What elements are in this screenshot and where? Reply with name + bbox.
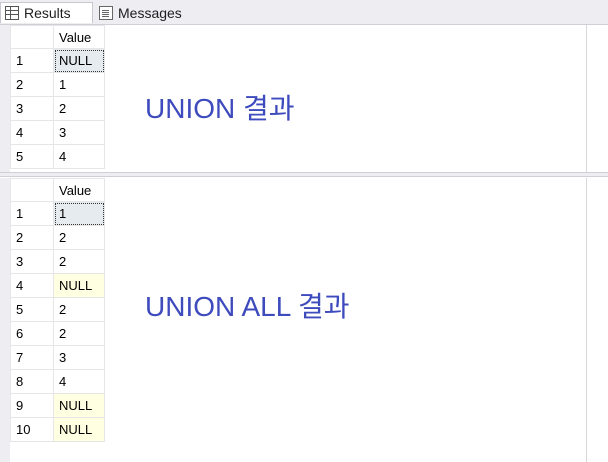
- row-number-cell[interactable]: 5: [10, 297, 54, 322]
- value-cell[interactable]: 2: [53, 297, 105, 322]
- value-cell[interactable]: 2: [53, 225, 105, 250]
- table-row[interactable]: 62: [10, 321, 105, 346]
- value-cell[interactable]: 4: [53, 144, 105, 169]
- value-cell[interactable]: 4: [53, 369, 105, 394]
- value-cell[interactable]: 2: [53, 96, 105, 121]
- table-row[interactable]: 84: [10, 369, 105, 394]
- table-row[interactable]: 4 NULL: [10, 273, 105, 298]
- grid-icon: [5, 6, 19, 20]
- table-row[interactable]: 21: [10, 72, 105, 97]
- tab-messages-label: Messages: [118, 4, 182, 21]
- row-number-cell[interactable]: 3: [10, 249, 54, 274]
- row-number-cell[interactable]: 7: [10, 345, 54, 370]
- value-cell[interactable]: 2: [53, 321, 105, 346]
- value-cell[interactable]: 3: [53, 120, 105, 145]
- tab-messages[interactable]: Messages: [95, 2, 192, 23]
- union-results-body: 1 NULL 2 1 3 2 4 3 5 4: [10, 48, 105, 169]
- value-column-header[interactable]: Value: [53, 25, 105, 49]
- pane2-left-gutter: [0, 178, 10, 462]
- union-all-results-body: 1 1 2 2 3 2 4 NULL 5 2 6 2 7 3 8 4 9 NULL 10 NULL: [10, 201, 105, 442]
- row-number-header[interactable]: [10, 178, 54, 202]
- value-cell[interactable]: 3: [53, 345, 105, 370]
- row-number-cell[interactable]: 1: [10, 48, 54, 73]
- message-icon: [99, 5, 113, 20]
- row-number-cell[interactable]: 2: [10, 225, 54, 250]
- table-row[interactable]: 43: [10, 120, 105, 145]
- table-row[interactable]: 10 NULL: [10, 417, 105, 442]
- union-all-results-grid: Value 1 1 2 2 3 2 4 NULL 5 2 6 2 7 3 8 4 9 NULL 10 NULL: [10, 178, 105, 442]
- row-number-cell[interactable]: 6: [10, 321, 54, 346]
- value-cell[interactable]: NULL: [53, 393, 105, 418]
- table-row[interactable]: 22: [10, 225, 105, 250]
- row-number-cell[interactable]: 4: [10, 120, 54, 145]
- row-number-cell[interactable]: 3: [10, 96, 54, 121]
- row-number-cell[interactable]: 5: [10, 144, 54, 169]
- union-results-grid: Value 1 NULL 2 1 3 2 4 3 5 4: [10, 25, 105, 169]
- table-row[interactable]: 73: [10, 345, 105, 370]
- pane1-left-gutter: [0, 25, 10, 172]
- value-cell[interactable]: 2: [53, 249, 105, 274]
- pane-splitter[interactable]: [0, 172, 608, 177]
- value-cell[interactable]: 1: [53, 72, 105, 97]
- table-row[interactable]: 1 NULL: [10, 48, 105, 73]
- value-cell[interactable]: NULL: [53, 48, 105, 73]
- results-tab-bar: Results Messages: [0, 0, 608, 25]
- row-number-cell[interactable]: 10: [10, 417, 54, 442]
- table-row[interactable]: 52: [10, 297, 105, 322]
- tab-results[interactable]: Results: [0, 2, 93, 23]
- row-number-cell[interactable]: 8: [10, 369, 54, 394]
- value-column-header[interactable]: Value: [53, 178, 105, 202]
- value-cell[interactable]: NULL: [53, 417, 105, 442]
- table-row[interactable]: 32: [10, 96, 105, 121]
- table-row[interactable]: 32: [10, 249, 105, 274]
- table-row[interactable]: 9 NULL: [10, 393, 105, 418]
- row-number-cell[interactable]: 9: [10, 393, 54, 418]
- row-number-cell[interactable]: 1: [10, 201, 54, 226]
- value-cell[interactable]: 1: [53, 201, 105, 226]
- table-row[interactable]: 54: [10, 144, 105, 169]
- row-number-cell[interactable]: 2: [10, 72, 54, 97]
- union-results-pane: Value 1 NULL 2 1 3 2 4 3 5 4: [10, 25, 608, 171]
- tab-results-label: Results: [24, 5, 71, 21]
- union-caption: UNION 결과: [145, 93, 295, 124]
- table-row[interactable]: 11: [10, 201, 105, 226]
- row-number-header[interactable]: [10, 25, 54, 49]
- value-cell[interactable]: NULL: [53, 273, 105, 298]
- row-number-cell[interactable]: 4: [10, 273, 54, 298]
- union-all-caption: UNION ALL 결과: [145, 291, 350, 322]
